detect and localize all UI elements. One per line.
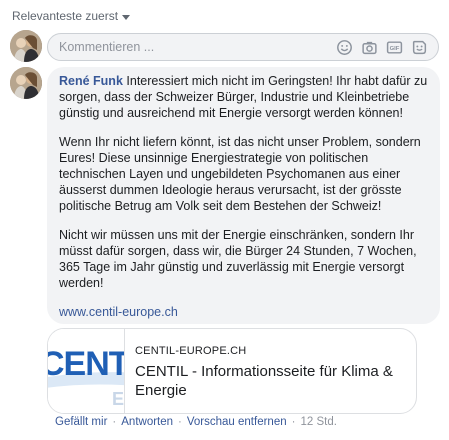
reply-link[interactable]: Antworten <box>121 416 173 428</box>
emoji-icon[interactable] <box>336 39 353 56</box>
author-name[interactable]: René Funk <box>59 74 123 88</box>
comment-paragraph-3: Nicht wir müssen uns mit der Energie ein… <box>59 228 417 290</box>
sort-dropdown[interactable]: Relevanteste zuerst <box>12 9 131 23</box>
centil-logo: CENTIL E <box>48 329 125 413</box>
sticker-icon[interactable] <box>411 39 428 56</box>
comment-placeholder: Kommentieren ... <box>59 40 155 54</box>
sort-label: Relevanteste zuerst <box>12 9 119 23</box>
gif-icon[interactable]: GIF <box>386 39 403 56</box>
link-preview-meta: CENTIL-EUROPE.CH CENTIL - Informationsse… <box>125 329 416 413</box>
logo-text: CENTIL <box>48 345 125 383</box>
link-preview-domain: CENTIL-EUROPE.CH <box>135 345 247 357</box>
composer-tools: GIF <box>336 39 438 56</box>
gif-icon-label: GIF <box>390 46 400 52</box>
svg-text:E: E <box>112 389 124 409</box>
comment-paragraph-2: Wenn Ihr nicht liefern könnt, ist das ni… <box>59 135 421 213</box>
like-link[interactable]: Gefällt mir <box>55 416 107 428</box>
comment-paragraph-1: René Funk Interessiert mich nicht im Ger… <box>59 73 428 121</box>
comment-timestamp[interactable]: 12 Std. <box>300 416 336 428</box>
comment-link[interactable]: www.centil-europe.ch <box>59 305 178 319</box>
comment-bubble: René Funk Interessiert mich nicht im Ger… <box>47 67 440 324</box>
link-preview-title: CENTIL - Informationsseite für Klima & E… <box>135 363 393 399</box>
comment-input[interactable]: Kommentieren ... GIF <box>47 33 439 61</box>
separator-dot: · <box>112 416 117 428</box>
link-preview-thumbnail: CENTIL E <box>48 329 126 413</box>
commenter-avatar[interactable] <box>10 67 42 99</box>
remove-preview-link[interactable]: Vorschau entfernen <box>187 416 287 428</box>
camera-icon[interactable] <box>361 39 378 56</box>
avatar[interactable] <box>10 30 42 62</box>
chevron-down-icon <box>122 14 131 20</box>
separator-dot: · <box>178 416 182 428</box>
link-preview-card[interactable]: CENTIL E CENTIL-EUROPE.CH CENTIL - Infor… <box>47 328 417 414</box>
separator-dot: · <box>291 416 296 428</box>
comment-actions: Gefällt mir · Antworten · Vorschau entfe… <box>55 416 337 428</box>
